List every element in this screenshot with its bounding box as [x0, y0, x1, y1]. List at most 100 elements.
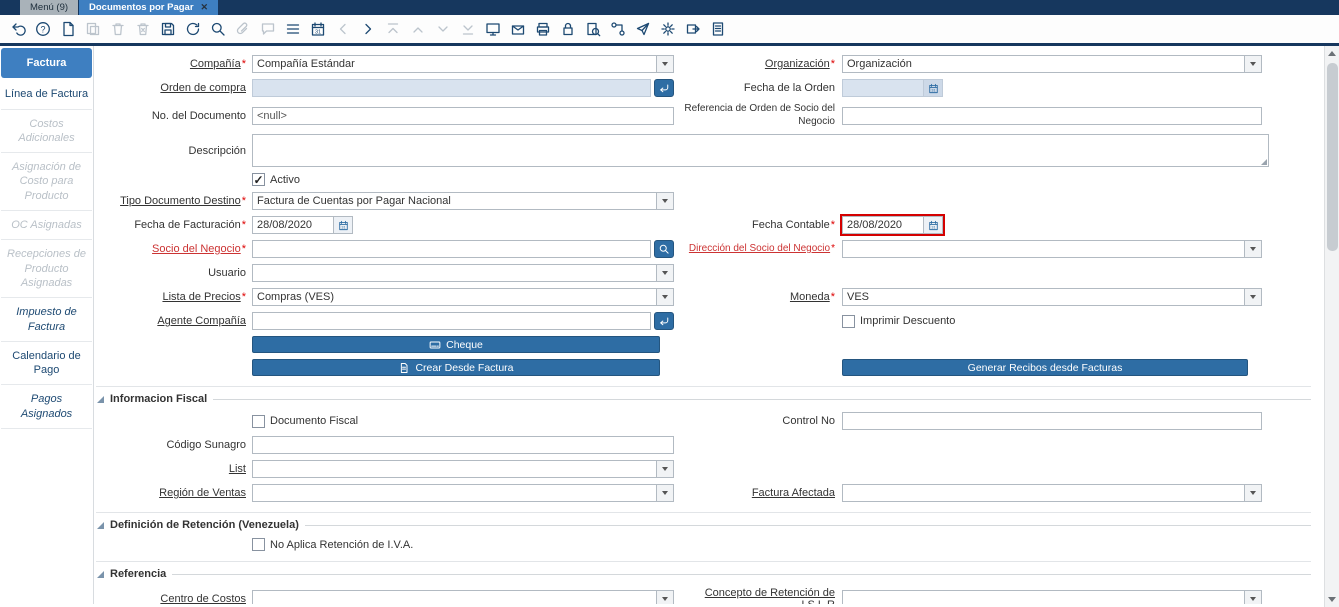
next-record-button[interactable] — [356, 17, 380, 41]
organizacion-combobox[interactable]: Organización — [842, 55, 1262, 73]
list-label[interactable]: List — [94, 463, 252, 475]
calendar-icon[interactable] — [924, 216, 943, 234]
tab-documentos-por-pagar[interactable]: Documentos por Pagar ✕ — [79, 0, 218, 15]
factura-afectada-label[interactable]: Factura Afectada — [674, 487, 842, 499]
organizacion-label[interactable]: Organización* — [674, 58, 842, 70]
region-ventas-label[interactable]: Región de Ventas — [94, 487, 252, 499]
no-documento-input[interactable] — [252, 107, 674, 125]
preferences-button[interactable] — [656, 17, 680, 41]
send-request-button[interactable] — [631, 17, 655, 41]
no-aplica-retencion-iva-checkbox[interactable]: No Aplica Retención de I.V.A. — [252, 538, 413, 551]
generar-recibos-button[interactable]: Generar Recibos desde Facturas — [842, 359, 1248, 376]
imprimir-descuento-checkbox[interactable]: Imprimir Descuento — [842, 315, 955, 328]
chevron-down-icon[interactable] — [1244, 241, 1261, 257]
chevron-down-icon[interactable] — [1244, 56, 1261, 72]
collapse-icon[interactable] — [97, 522, 104, 529]
moneda-label[interactable]: Moneda* — [674, 291, 842, 303]
centro-costos-combobox[interactable] — [252, 590, 674, 604]
find-button[interactable] — [206, 17, 230, 41]
collapse-icon[interactable] — [97, 571, 104, 578]
fecha-facturacion-input[interactable] — [252, 216, 334, 234]
compania-label[interactable]: Compañía* — [94, 58, 252, 70]
moneda-combobox[interactable]: VES — [842, 288, 1262, 306]
referencia-orden-input[interactable] — [842, 107, 1262, 125]
orden-compra-lookup-button[interactable] — [654, 79, 674, 97]
agente-compania-input[interactable] — [252, 312, 651, 330]
section-definicion-retencion[interactable]: Definición de Retención (Venezuela) — [96, 512, 1311, 531]
save-button[interactable] — [156, 17, 180, 41]
close-tab-icon[interactable]: ✕ — [201, 2, 209, 13]
chevron-down-icon[interactable] — [656, 591, 673, 604]
chevron-down-icon[interactable] — [656, 56, 673, 72]
agente-compania-lookup-button[interactable] — [654, 312, 674, 330]
chevron-down-icon[interactable] — [656, 265, 673, 281]
centro-costos-label[interactable]: Centro de Costos — [94, 593, 252, 604]
lista-precios-label[interactable]: Lista de Precios* — [94, 291, 252, 303]
print-preview-button[interactable] — [706, 17, 730, 41]
print-button[interactable] — [531, 17, 555, 41]
section-referencia[interactable]: Referencia — [96, 561, 1311, 580]
chevron-down-icon[interactable] — [656, 485, 673, 501]
lista-precios-combobox[interactable]: Compras (VES) — [252, 288, 674, 306]
chevron-down-icon[interactable] — [1244, 485, 1261, 501]
control-no-input[interactable] — [842, 412, 1262, 430]
scroll-down-icon[interactable] — [1325, 592, 1339, 607]
concepto-islr-combobox[interactable] — [842, 590, 1262, 604]
section-informacion-fiscal[interactable]: Informacion Fiscal — [96, 386, 1311, 405]
new-record-button[interactable] — [56, 17, 80, 41]
fecha-contable-input[interactable] — [842, 216, 924, 234]
archive-button[interactable] — [506, 17, 530, 41]
socio-negocio-search-button[interactable] — [654, 240, 674, 258]
sidebar-tab-impuesto-de-factura[interactable]: Impuesto de Factura — [1, 298, 92, 342]
tipo-documento-label[interactable]: Tipo Documento Destino* — [94, 195, 252, 207]
list-combobox[interactable] — [252, 460, 674, 478]
compania-combobox[interactable]: Compañía Estándar — [252, 55, 674, 73]
scrollbar-thumb[interactable] — [1327, 63, 1338, 251]
chevron-down-icon[interactable] — [656, 461, 673, 477]
zoom-across-button[interactable] — [581, 17, 605, 41]
codigo-sunagro-input[interactable] — [252, 436, 674, 454]
report-button[interactable] — [481, 17, 505, 41]
sidebar-tab-pagos-asignados[interactable]: Pagos Asignados — [1, 385, 92, 429]
concepto-islr-label[interactable]: Concepto de Retención de I.S.L.R — [674, 587, 842, 604]
orden-compra-label[interactable]: Orden de compra — [94, 82, 252, 94]
direccion-socio-combobox[interactable] — [842, 240, 1262, 258]
crear-desde-factura-button[interactable]: Crear Desde Factura — [252, 359, 660, 376]
socio-negocio-label[interactable]: Socio del Negocio* — [94, 243, 252, 255]
region-ventas-combobox[interactable] — [252, 484, 674, 502]
collapse-icon[interactable] — [97, 396, 104, 403]
usuario-combobox[interactable] — [252, 264, 674, 282]
fecha-contable-datefield[interactable] — [842, 216, 943, 234]
help-button[interactable] — [31, 17, 55, 41]
descripcion-textarea[interactable] — [252, 134, 1269, 167]
factura-afectada-combobox[interactable] — [842, 484, 1262, 502]
undo-button[interactable] — [6, 17, 30, 41]
tab-menu[interactable]: Menú (9) — [20, 0, 78, 15]
sidebar-tab-factura[interactable]: Factura — [1, 48, 92, 78]
sidebar-tab-linea-de-factura[interactable]: Línea de Factura — [1, 80, 92, 109]
calendar-button[interactable] — [306, 17, 330, 41]
lock-button[interactable] — [556, 17, 580, 41]
export-button[interactable] — [681, 17, 705, 41]
documento-fiscal-checkbox[interactable]: Documento Fiscal — [252, 415, 358, 428]
chevron-down-icon[interactable] — [1244, 591, 1261, 604]
refresh-button[interactable] — [181, 17, 205, 41]
cheque-button[interactable]: Cheque — [252, 336, 660, 353]
sidebar-tab-calendario-de-pago[interactable]: Calendario de Pago — [1, 342, 92, 386]
grid-toggle-button[interactable] — [281, 17, 305, 41]
scroll-up-icon[interactable] — [1325, 46, 1339, 61]
chevron-down-icon[interactable] — [1244, 289, 1261, 305]
calendar-icon[interactable] — [334, 216, 353, 234]
fecha-facturacion-datefield[interactable] — [252, 216, 353, 234]
tipo-documento-combobox[interactable]: Factura de Cuentas por Pagar Nacional — [252, 192, 674, 210]
chevron-down-icon[interactable] — [656, 193, 673, 209]
vertical-scrollbar[interactable] — [1324, 46, 1339, 607]
agente-compania-label[interactable]: Agente Compañía — [94, 315, 252, 327]
workflow-button[interactable] — [606, 17, 630, 41]
row-orden-fecha: Orden de compra Fecha de la Orden — [94, 79, 1339, 97]
activo-checkbox[interactable]: ✓ Activo — [252, 173, 300, 186]
chevron-down-icon[interactable] — [656, 289, 673, 305]
direccion-socio-label[interactable]: Dirección del Socio del Negocio* — [674, 243, 842, 256]
resize-grip-icon[interactable] — [1261, 159, 1267, 165]
socio-negocio-input[interactable] — [252, 240, 651, 258]
